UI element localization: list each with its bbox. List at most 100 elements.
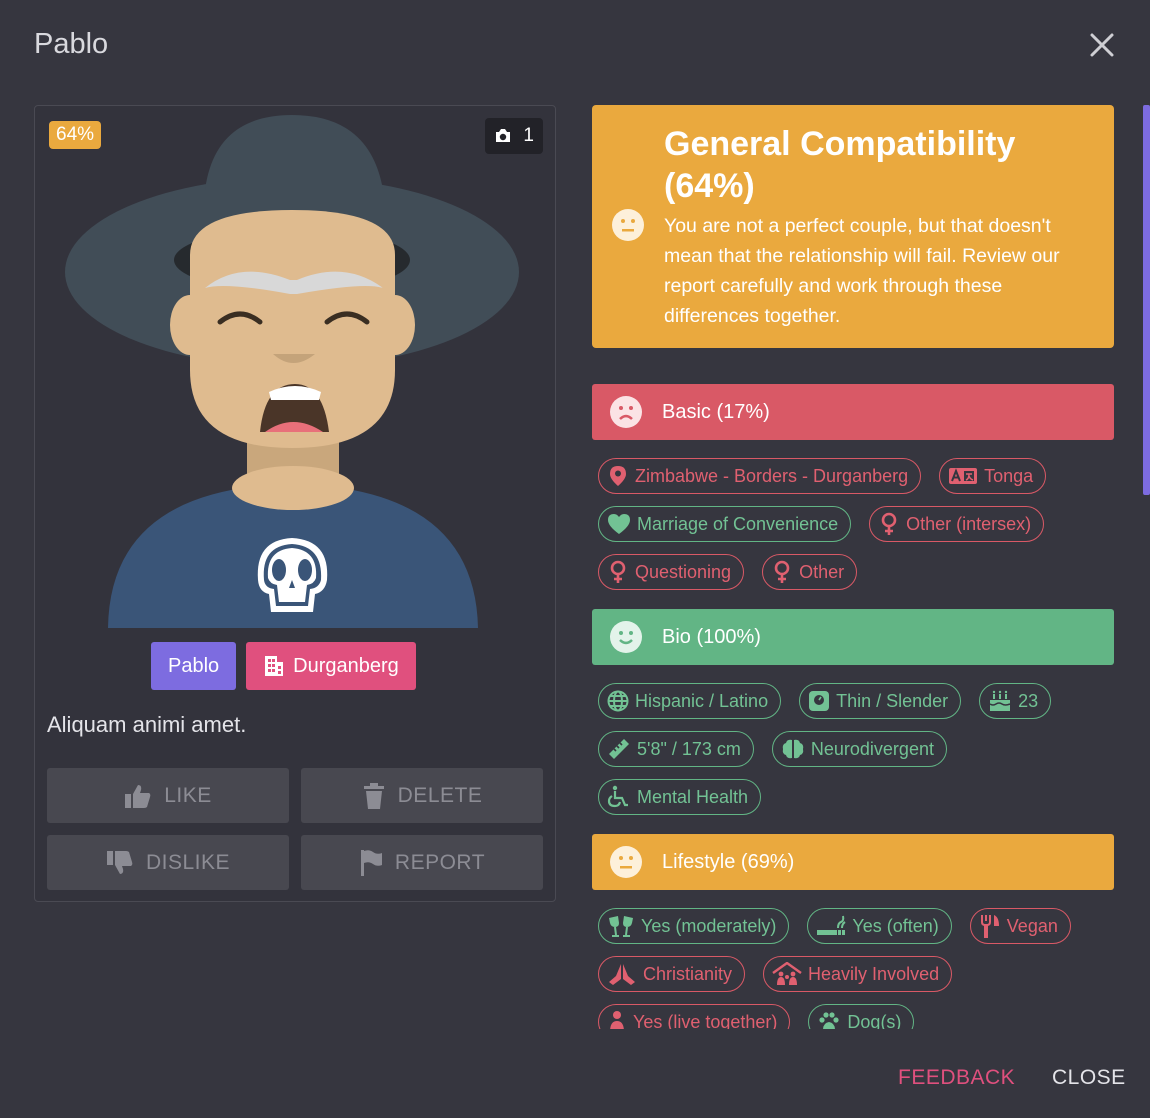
- tag-seeking: Other: [762, 554, 858, 590]
- tag-neurotype: Neurodivergent: [771, 731, 947, 767]
- brain-icon: [782, 739, 804, 759]
- paw-icon: [819, 1012, 840, 1029]
- tag-height-label: 5'8" / 173 cm: [637, 738, 741, 759]
- venus-icon: [610, 560, 626, 583]
- tag-diet: Vegan: [969, 908, 1071, 944]
- tag-location-label: Zimbabwe - Borders - Durganberg: [635, 465, 909, 486]
- like-button-label: LIKE: [164, 783, 212, 807]
- tag-gender-label: Other (intersex): [906, 513, 1032, 534]
- thumbs-down-icon: [106, 850, 133, 874]
- compatibility-report[interactable]: General Compatibility (64%) You are not …: [592, 105, 1114, 1029]
- thumbs-up-icon: [125, 784, 151, 808]
- tag-body-type: Thin / Slender: [799, 683, 962, 719]
- building-icon: [265, 656, 284, 676]
- lifestyle-tags: Yes (moderately) Yes (often) Vegan Chris…: [592, 890, 1114, 1029]
- profile-bio: Aliquam animi amet.: [47, 712, 247, 737]
- basic-tags: Zimbabwe - Borders - Durganberg Tonga Ma…: [592, 440, 1114, 590]
- tag-relationship-label: Marriage of Convenience: [637, 513, 839, 534]
- like-button[interactable]: LIKE: [47, 768, 289, 823]
- section-lifestyle-title: Lifestyle (69%): [662, 850, 795, 873]
- tag-body-type-label: Thin / Slender: [836, 690, 949, 711]
- section-basic-header[interactable]: Basic (17%): [592, 384, 1114, 440]
- tag-ethnicity-label: Hispanic / Latino: [635, 690, 769, 711]
- tag-orientation-label: Questioning: [635, 561, 732, 582]
- tag-age-label: 23: [1018, 690, 1039, 711]
- tag-pets-label: Dog(s): [847, 1011, 902, 1030]
- close-button[interactable]: CLOSE: [1052, 1066, 1126, 1090]
- name-chip-label: Pablo: [168, 654, 220, 677]
- wheelchair-icon: [607, 785, 628, 808]
- tag-relationship: Marriage of Convenience: [598, 506, 852, 542]
- map-pin-icon: [610, 466, 626, 486]
- photo-count[interactable]: 1: [485, 118, 543, 154]
- tag-diet-label: Vegan: [1006, 915, 1058, 936]
- general-compatibility-card: General Compatibility (64%) You are not …: [592, 105, 1114, 348]
- name-chip[interactable]: Pablo: [151, 642, 237, 690]
- scrollbar-thumb[interactable]: [1143, 105, 1150, 495]
- tag-drinking-label: Yes (moderately): [641, 915, 777, 936]
- trash-icon: [363, 782, 384, 809]
- tag-family-involvement-label: Heavily Involved: [808, 963, 940, 984]
- section-bio-title: Bio (100%): [662, 625, 761, 648]
- tag-language-label: Tonga: [984, 465, 1034, 486]
- photo-count-value: 1: [523, 125, 534, 146]
- tag-location: Zimbabwe - Borders - Durganberg: [598, 458, 922, 494]
- tag-height: 5'8" / 173 cm: [598, 731, 754, 767]
- person-icon: [610, 1011, 624, 1029]
- praying-hands-icon: [609, 964, 635, 985]
- sad-face-icon: [610, 396, 642, 428]
- section-bio-header[interactable]: Bio (100%): [592, 609, 1114, 665]
- general-compatibility-title: General Compatibility (64%): [664, 125, 1016, 205]
- tag-age: 23: [979, 683, 1052, 719]
- close-icon[interactable]: [1086, 29, 1118, 61]
- avatar-illustration: [65, 115, 519, 628]
- heart-icon: [608, 514, 630, 534]
- city-chip[interactable]: Durganberg: [246, 642, 416, 690]
- tag-living-situation-label: Yes (live together): [633, 1011, 778, 1030]
- venus-icon: [774, 560, 790, 583]
- scale-icon: [809, 691, 830, 711]
- general-compatibility-text: You are not a perfect couple, but that d…: [664, 215, 1060, 327]
- utensils-icon: [980, 915, 999, 938]
- dislike-button[interactable]: DISLIKE: [47, 835, 289, 890]
- profile-card: 64% 1 Pablo Durganberg Aliquam animi ame…: [34, 105, 556, 902]
- tag-religion: Christianity: [598, 956, 746, 992]
- bio-tags: Hispanic / Latino Thin / Slender 23 5'8"…: [592, 665, 1114, 815]
- language-icon: [949, 468, 978, 484]
- camera-icon: [496, 129, 510, 142]
- dislike-button-label: DISLIKE: [145, 850, 231, 874]
- neutral-face-icon: [612, 209, 644, 241]
- venus-icon: [881, 512, 897, 535]
- report-button[interactable]: REPORT: [301, 835, 543, 890]
- report-button-label: REPORT: [394, 850, 486, 874]
- feedback-button[interactable]: FEEDBACK: [898, 1066, 1015, 1090]
- smile-face-icon: [610, 621, 642, 653]
- tag-neurotype-label: Neurodivergent: [810, 738, 934, 759]
- birthday-cake-icon: [989, 690, 1011, 711]
- city-chip-label: Durganberg: [293, 654, 399, 677]
- delete-button-label: DELETE: [397, 783, 483, 807]
- tag-drinking: Yes (moderately): [598, 908, 790, 944]
- smoking-icon: [817, 915, 847, 935]
- tag-family-involvement: Heavily Involved: [763, 956, 953, 992]
- globe-icon: [607, 690, 629, 712]
- match-percentage-badge: 64%: [49, 121, 102, 149]
- tag-seeking-label: Other: [799, 561, 845, 582]
- dialog-title: Pablo: [34, 28, 109, 60]
- tag-pets: Dog(s): [808, 1004, 915, 1030]
- section-lifestyle-header[interactable]: Lifestyle (69%): [592, 834, 1114, 890]
- tag-smoking-label: Yes (often): [852, 915, 939, 936]
- ruler-icon: [609, 739, 629, 759]
- family-house-icon: [772, 962, 802, 985]
- tag-disability-label: Mental Health: [637, 786, 749, 807]
- glasses-cheers-icon: [609, 916, 633, 937]
- tag-language: Tonga: [939, 458, 1047, 494]
- tag-disability: Mental Health: [598, 779, 762, 815]
- delete-button[interactable]: DELETE: [301, 768, 543, 823]
- tag-smoking: Yes (often): [807, 908, 952, 944]
- tag-ethnicity: Hispanic / Latino: [598, 683, 782, 719]
- neutral-face-icon: [610, 846, 642, 878]
- tag-living-situation: Yes (live together): [598, 1004, 791, 1030]
- tag-orientation: Questioning: [598, 554, 745, 590]
- tag-religion-label: Christianity: [643, 963, 733, 984]
